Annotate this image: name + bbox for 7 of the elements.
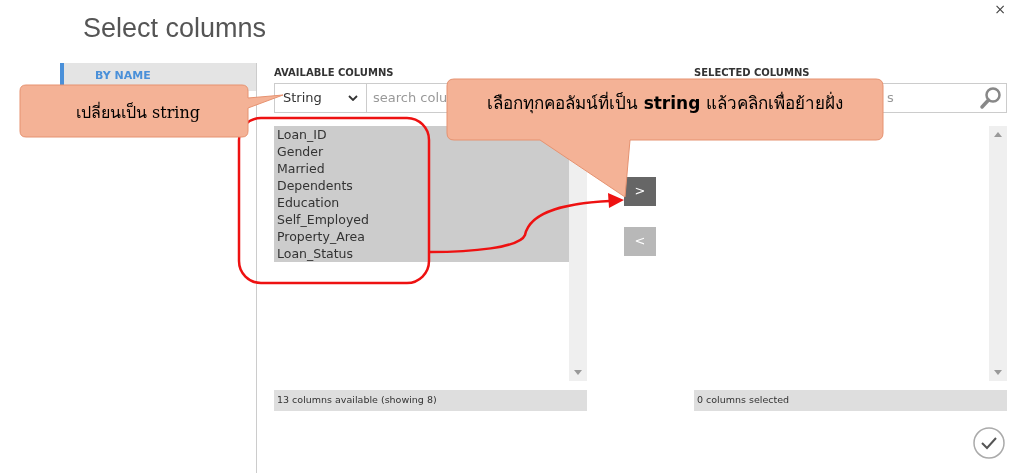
status-bar: 0 columns selected xyxy=(694,389,1007,411)
status-bar: 13 columns available (showing 8) xyxy=(274,389,587,411)
callout-tooltip-text: เปลี่ยนเป็น string xyxy=(74,101,201,124)
dialog-title: Select columns xyxy=(83,12,267,45)
callout-tooltip-text: เลือกทุกคอลัมน์ที่เป็น string แล้วคลิกเพื่อย้ายฝั่ง xyxy=(486,91,844,116)
section-heading: AVAILABLE COLUMNS xyxy=(274,66,395,80)
section-heading: SELECTED COLUMNS xyxy=(694,66,811,80)
